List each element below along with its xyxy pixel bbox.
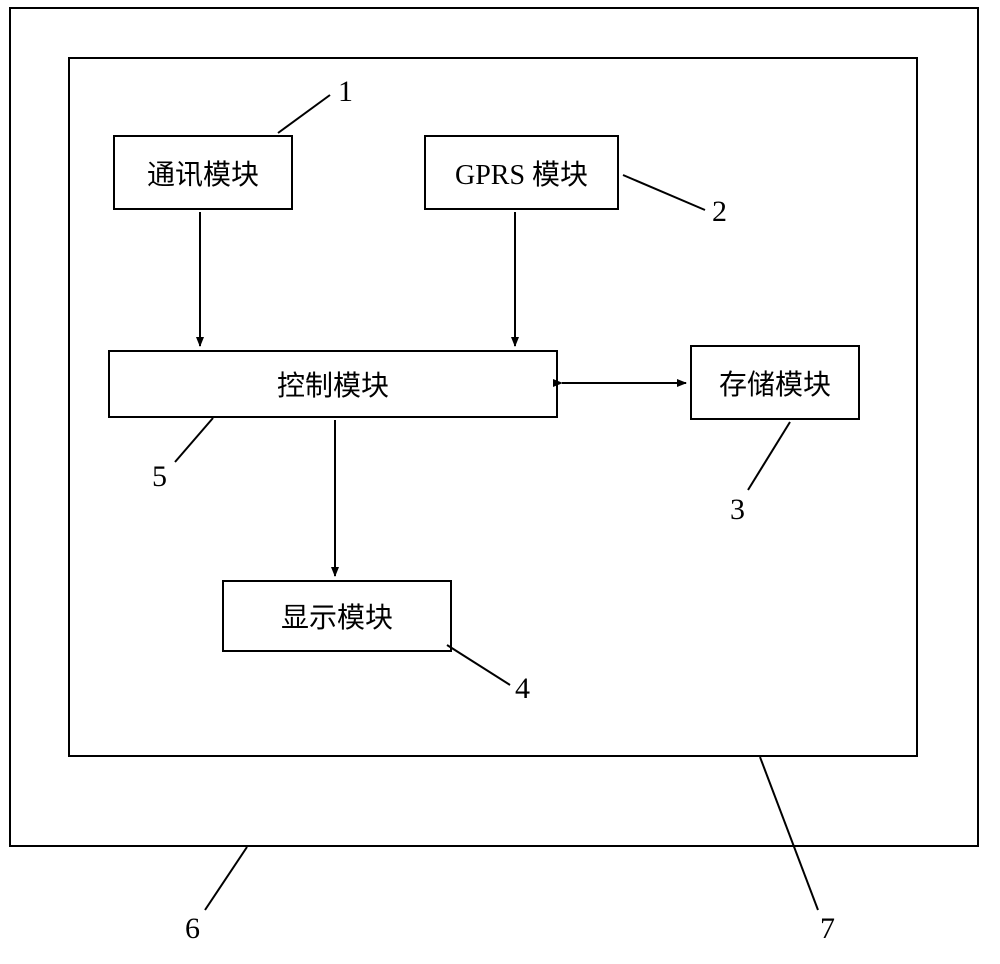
display-module-label: 显示模块	[281, 596, 393, 636]
label-5: 5	[152, 460, 167, 494]
display-module-block: 显示模块	[222, 580, 452, 652]
control-module-block: 控制模块	[108, 350, 558, 418]
label-1: 1	[338, 75, 353, 109]
label-4: 4	[515, 672, 530, 706]
label-2: 2	[712, 195, 727, 229]
leader-6	[205, 847, 247, 910]
control-module-label: 控制模块	[277, 364, 389, 404]
gprs-module-label: GPRS 模块	[455, 153, 588, 193]
comm-module-block: 通讯模块	[113, 135, 293, 210]
label-7: 7	[820, 912, 835, 946]
storage-module-block: 存储模块	[690, 345, 860, 420]
gprs-module-block: GPRS 模块	[424, 135, 619, 210]
label-6: 6	[185, 912, 200, 946]
comm-module-label: 通讯模块	[147, 153, 259, 193]
label-3: 3	[730, 493, 745, 527]
storage-module-label: 存储模块	[719, 363, 831, 403]
